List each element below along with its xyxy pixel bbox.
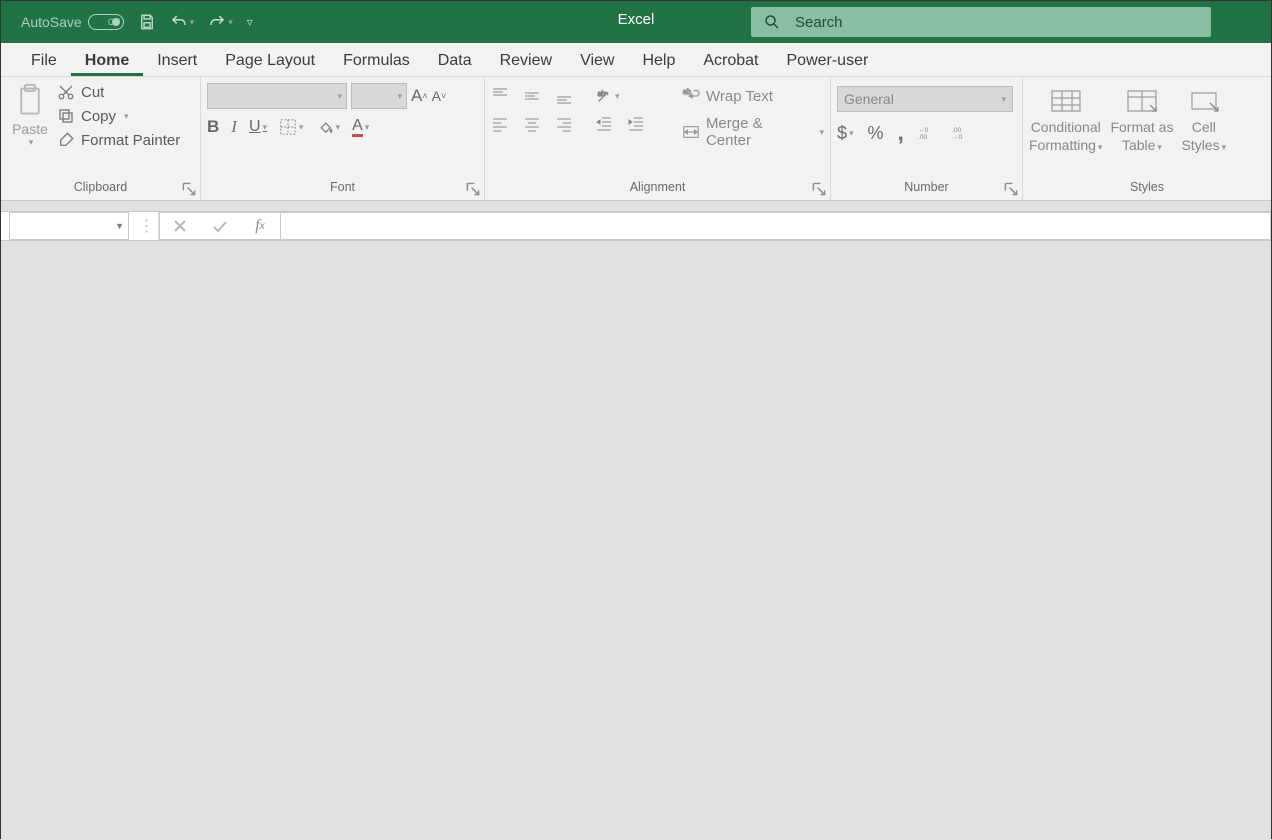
cell-styles-icon [1186,87,1222,115]
undo-button[interactable]: ▾ [170,13,195,31]
formula-bar-divider: ⋮ [135,212,159,240]
bold-button[interactable]: B [207,117,219,137]
name-box[interactable]: ▼ [9,212,129,240]
search-input[interactable] [795,14,1199,31]
group-label-styles: Styles [1029,178,1265,198]
svg-text:→0: →0 [952,134,963,141]
cancel-formula-button[interactable] [160,219,200,233]
tab-acrobat[interactable]: Acrobat [689,46,772,76]
increase-decimal-button[interactable]: ←0.00 [918,124,938,142]
enter-formula-button[interactable] [200,219,240,233]
tab-page-layout[interactable]: Page Layout [211,46,329,76]
italic-button[interactable]: I [231,117,237,137]
increase-font-button[interactable]: A˄ [411,86,428,106]
qat-customize-icon[interactable]: ▿ [247,15,253,29]
paint-bucket-icon [316,118,334,136]
borders-button[interactable]: ▾ [279,118,304,136]
number-format-combo[interactable]: General▾ [837,86,1013,112]
app-title: Excel [618,11,655,28]
font-name-combo[interactable]: ▾ [207,83,347,109]
paintbrush-icon [57,131,75,149]
group-alignment: ab▾ ab Wrap Text Merge & Cent [485,77,831,200]
wrap-text-button[interactable]: ab Wrap Text [682,87,824,105]
align-middle-button[interactable] [523,87,541,105]
cut-button[interactable]: Cut [57,83,180,101]
formula-bar: ▼ ⋮ fx [1,211,1271,241]
merge-icon [682,123,700,141]
tab-home[interactable]: Home [71,46,143,76]
paste-button[interactable]: Paste ▾ [7,83,53,148]
group-label-font: Font [207,178,478,198]
copy-button[interactable]: Copy▾ [57,107,180,125]
percent-format-button[interactable]: % [868,123,884,144]
tab-review[interactable]: Review [486,46,566,76]
wrap-text-icon: ab [682,87,700,105]
autosave-toggle[interactable]: AutoSave Off [21,14,124,30]
tab-file[interactable]: File [17,46,71,76]
font-color-button[interactable]: A▾ [352,118,369,137]
align-center-button[interactable] [523,115,541,133]
title-bar: AutoSave Off ▾ ▾ ▿ Excel [1,1,1271,43]
search-box[interactable] [751,7,1211,37]
format-table-icon [1124,87,1160,115]
quick-access-toolbar: ▾ ▾ ▿ [138,13,253,31]
worksheet-area[interactable] [1,241,1271,840]
formula-input[interactable] [281,213,1270,239]
formula-input-container [281,212,1271,240]
redo-button[interactable]: ▾ [208,13,233,31]
svg-text:.00: .00 [918,134,928,141]
scissors-icon [57,83,75,101]
ribbon: Paste ▾ Cut Copy▾ Format Painter Clipboa… [1,77,1271,201]
merge-center-button[interactable]: Merge & Center▾ [682,115,824,149]
fill-color-button[interactable]: ▾ [316,118,341,136]
copy-icon [57,107,75,125]
decrease-decimal-button[interactable]: .00→0 [952,124,972,142]
tab-data[interactable]: Data [424,46,486,76]
group-clipboard: Paste ▾ Cut Copy▾ Format Painter Clipboa… [1,77,201,200]
tab-view[interactable]: View [566,46,628,76]
increase-indent-button[interactable] [627,115,645,133]
ribbon-tabs: File Home Insert Page Layout Formulas Da… [1,43,1271,77]
align-left-button[interactable] [491,115,509,133]
borders-icon [279,118,297,136]
align-bottom-button[interactable] [555,87,573,105]
font-dialog-launcher[interactable] [466,182,480,196]
group-number: General▾ $▾ % , ←0.00 .00→0 Number [831,77,1023,200]
comma-format-button[interactable]: , [898,120,904,146]
group-label-clipboard: Clipboard [7,178,194,198]
underline-button[interactable]: U▾ [249,118,267,136]
group-label-alignment: Alignment [491,178,824,198]
decrease-indent-button[interactable] [595,115,613,133]
svg-text:ab: ab [683,87,691,96]
svg-text:ab: ab [598,89,606,98]
format-as-table-button[interactable]: Format as Table▾ [1110,87,1173,154]
alignment-dialog-launcher[interactable] [812,182,826,196]
orientation-button[interactable]: ab▾ [595,87,620,105]
group-font: ▾ ▾ A˄ A˅ B I U▾ ▾ ▾ A▾ [201,77,485,200]
align-right-button[interactable] [555,115,573,133]
align-top-button[interactable] [491,87,509,105]
number-dialog-launcher[interactable] [1004,182,1018,196]
tab-power-user[interactable]: Power-user [773,46,883,76]
group-styles: Conditional Formatting▾ Format as Table▾… [1023,77,1271,200]
cell-styles-button[interactable]: Cell Styles▾ [1181,87,1226,154]
group-label-number: Number [837,178,1016,198]
insert-function-button[interactable]: fx [240,217,280,235]
save-icon[interactable] [138,13,156,31]
autosave-label: AutoSave [21,14,82,30]
decrease-font-button[interactable]: A˅ [432,88,447,104]
format-painter-button[interactable]: Format Painter [57,131,180,149]
search-icon [763,13,781,31]
conditional-formatting-button[interactable]: Conditional Formatting▾ [1029,87,1102,154]
autosave-switch[interactable]: Off [88,14,124,30]
accounting-format-button[interactable]: $▾ [837,123,854,144]
clipboard-dialog-launcher[interactable] [182,182,196,196]
tab-insert[interactable]: Insert [143,46,211,76]
conditional-formatting-icon [1048,87,1084,115]
font-size-combo[interactable]: ▾ [351,83,407,109]
tab-help[interactable]: Help [628,46,689,76]
tab-formulas[interactable]: Formulas [329,46,424,76]
